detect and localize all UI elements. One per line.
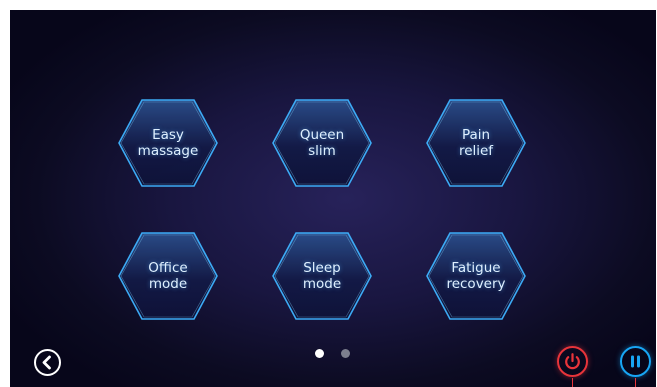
mode-button-queen-slim[interactable]: Queen slim [270, 97, 374, 189]
mode-label: Sleep mode [302, 260, 342, 292]
pause-icon [631, 355, 640, 368]
mode-button-sleep-mode[interactable]: Sleep mode [270, 230, 374, 322]
mode-button-easy-massage[interactable]: Easy massage [116, 97, 220, 189]
page-dot-active[interactable] [315, 349, 324, 358]
mode-button-fatigue-recovery[interactable]: Fatigue recovery [424, 230, 528, 322]
mode-label: Office mode [148, 260, 188, 292]
power-indicator-line [572, 378, 573, 387]
back-button[interactable] [34, 349, 61, 376]
pause-indicator-line [635, 378, 636, 387]
power-icon [565, 353, 580, 370]
mode-button-office-mode[interactable]: Office mode [116, 230, 220, 322]
mode-label: Queen slim [299, 127, 345, 159]
mode-button-pain-relief[interactable]: Pain relief [424, 97, 528, 189]
massage-chair-screen: Easy massage Queen slim Pain relief Offi… [10, 10, 656, 387]
chevron-left-icon [42, 355, 51, 370]
mode-label: Fatigue recovery [446, 260, 506, 292]
mode-label: Pain relief [458, 127, 494, 159]
pause-button[interactable] [620, 346, 651, 377]
power-button[interactable] [557, 346, 588, 377]
mode-label: Easy massage [137, 127, 199, 159]
page-dot[interactable] [341, 349, 350, 358]
